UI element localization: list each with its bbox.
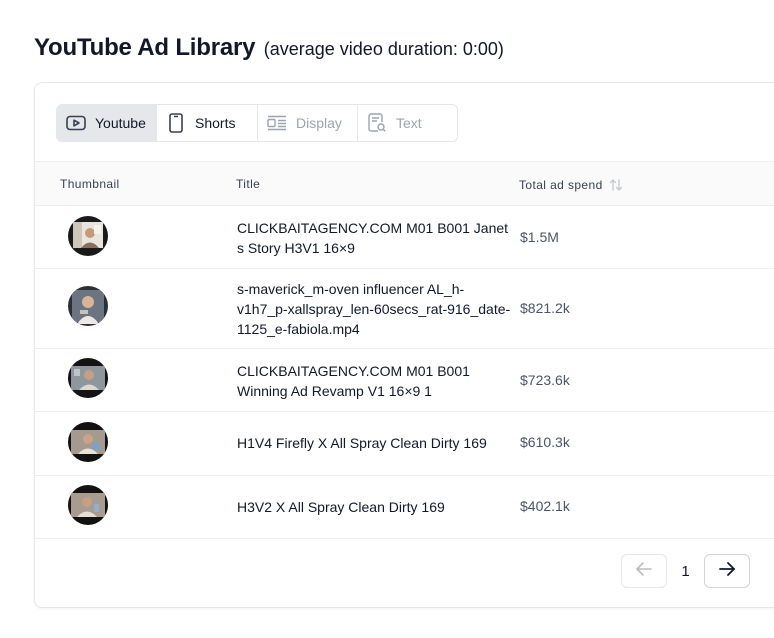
display-layout-icon [266, 112, 288, 134]
format-tabs: Youtube Shorts Display Text [56, 104, 458, 142]
video-thumbnail[interactable] [68, 422, 108, 462]
column-header-title: Title [236, 177, 261, 191]
page-heading: YouTube Ad Library (average video durati… [34, 34, 504, 62]
page-title: YouTube Ad Library [34, 34, 256, 61]
column-header-total-ad-spend[interactable]: Total ad spend [519, 178, 623, 192]
row-title: s-maverick_m-oven influencer AL_h-v1h7_p… [237, 281, 511, 337]
arrow-left-icon [635, 561, 653, 582]
tab-youtube[interactable]: Youtube [57, 105, 157, 141]
tab-text-label: Text [396, 115, 422, 131]
row-total-ad-spend: $723.6k [520, 372, 570, 388]
text-search-icon [366, 112, 388, 134]
table-row[interactable]: s-maverick_m-oven influencer AL_h-v1h7_p… [35, 269, 774, 349]
table-row[interactable]: CLICKBAITAGENCY.COM M01 B001 Janet s Sto… [35, 206, 774, 269]
table-row[interactable]: CLICKBAITAGENCY.COM M01 B001 Winning Ad … [35, 349, 774, 412]
page-subtitle: (average video duration: 0:00) [263, 39, 504, 59]
pagination: 1 [621, 554, 750, 588]
row-total-ad-spend: $821.2k [520, 300, 570, 316]
tab-display-label: Display [296, 115, 342, 131]
row-title: CLICKBAITAGENCY.COM M01 B001 Winning Ad … [237, 363, 470, 399]
video-thumbnail[interactable] [68, 216, 108, 256]
play-rectangle-icon [65, 112, 87, 134]
video-thumbnail[interactable] [68, 485, 108, 525]
video-thumbnail[interactable] [68, 286, 108, 326]
row-total-ad-spend: $1.5M [520, 229, 559, 245]
video-thumbnail[interactable] [68, 358, 108, 398]
tab-text[interactable]: Text [358, 105, 457, 141]
ad-library-page: YouTube Ad Library (average video durati… [0, 0, 774, 638]
mobile-phone-icon [165, 112, 187, 134]
tab-shorts[interactable]: Shorts [157, 105, 258, 141]
tab-shorts-label: Shorts [195, 115, 236, 131]
row-title: H1V4 Firefly X All Spray Clean Dirty 169 [237, 435, 487, 451]
previous-page-button[interactable] [621, 554, 667, 588]
column-header-total-ad-spend-label: Total ad spend [519, 178, 603, 192]
next-page-button[interactable] [704, 554, 750, 588]
row-title: H3V2 X All Spray Clean Dirty 169 [237, 499, 445, 515]
current-page-number: 1 [681, 562, 690, 580]
tab-youtube-label: Youtube [95, 115, 146, 131]
row-title: CLICKBAITAGENCY.COM M01 B001 Janet s Sto… [237, 220, 509, 256]
ad-library-card: Youtube Shorts Display Text Thumbnail Ti… [34, 82, 774, 608]
table-header: Thumbnail Title Total ad spend [35, 161, 774, 206]
table-row[interactable]: H3V2 X All Spray Clean Dirty 169 $402.1k [35, 476, 774, 539]
tab-display[interactable]: Display [258, 105, 358, 141]
arrow-right-icon [718, 561, 736, 582]
sort-arrows-icon[interactable] [609, 178, 623, 192]
row-total-ad-spend: $402.1k [520, 498, 570, 514]
column-header-thumbnail: Thumbnail [60, 177, 120, 191]
table-row[interactable]: H1V4 Firefly X All Spray Clean Dirty 169… [35, 412, 774, 476]
row-total-ad-spend: $610.3k [520, 434, 570, 450]
